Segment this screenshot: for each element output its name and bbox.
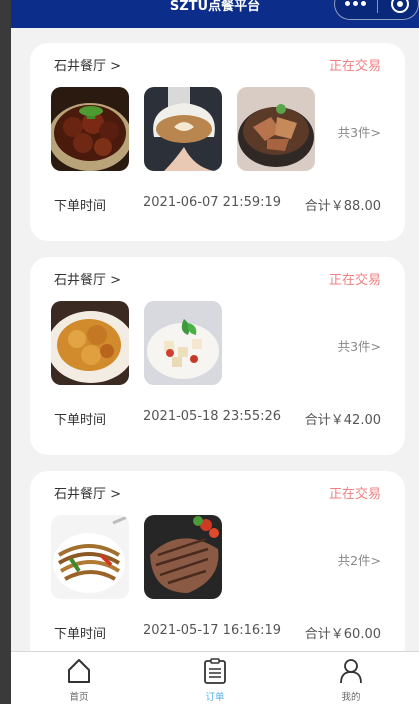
fried-noodles-image [51,515,129,599]
tab-home-label: 首页 [69,692,89,703]
tab-orders-label: 订单 [205,692,225,703]
user-profile-icon [340,659,362,684]
capsule-divider [377,0,378,13]
latte-coffee-image [144,87,222,171]
braised-beef-stew-image [51,87,129,171]
shop-name-link[interactable]: 石井餐厅 > [54,483,121,502]
order-total: 合计￥42.00 [304,413,381,428]
order-time-label: 下单时间 [54,413,107,428]
order-card[interactable]: 石井餐厅 > 正在交易 [30,257,405,455]
order-time-value: 2021-05-17 16:16:19 [143,623,282,638]
order-total: 合计￥60.00 [304,627,381,642]
order-list-icon [204,658,226,684]
item-count-link[interactable]: 共2件> [338,550,381,569]
order-status: 正在交易 [328,273,381,288]
grilled-steak-image [144,515,222,599]
home-icon [68,659,90,683]
salad-bowl-image [144,301,222,385]
tab-profile[interactable]: 我的 [283,652,419,704]
bottom-tab-bar: 首页 订单 我的 [11,651,419,704]
more-dots-icon[interactable] [345,1,366,6]
mini-program-capsule [334,0,419,20]
order-time-value: 2021-05-18 23:55:26 [143,409,282,424]
capsule-close-icon[interactable] [391,0,409,13]
navigation-bar: SZTU点餐平台 [11,0,419,28]
tab-orders[interactable]: 订单 [147,652,283,704]
shop-name-link[interactable]: 石井餐厅 > [54,269,121,288]
braised-pork-claypot-image [237,87,315,171]
shop-name-link[interactable]: 石井餐厅 > [54,55,121,74]
item-count-link[interactable]: 共3件> [338,122,381,141]
order-time-label: 下单时间 [54,199,107,214]
order-card[interactable]: 石井餐厅 > 正在交易 [30,471,405,669]
order-card[interactable]: 石井餐厅 > 正在交易 [30,43,405,241]
tab-home[interactable]: 首页 [11,652,147,704]
order-status: 正在交易 [328,487,381,502]
item-count-link[interactable]: 共3件> [338,336,381,355]
order-status: 正在交易 [328,59,381,74]
order-time-label: 下单时间 [54,627,107,642]
tab-profile-label: 我的 [341,692,361,703]
order-total: 合计￥88.00 [304,199,381,214]
order-time-value: 2021-06-07 21:59:19 [143,195,282,210]
app-screen: SZTU点餐平台 石井餐厅 > 正在交易 共3件> 下单时间 2021-06-0… [11,0,419,704]
fried-dish-plate-image [51,301,129,385]
